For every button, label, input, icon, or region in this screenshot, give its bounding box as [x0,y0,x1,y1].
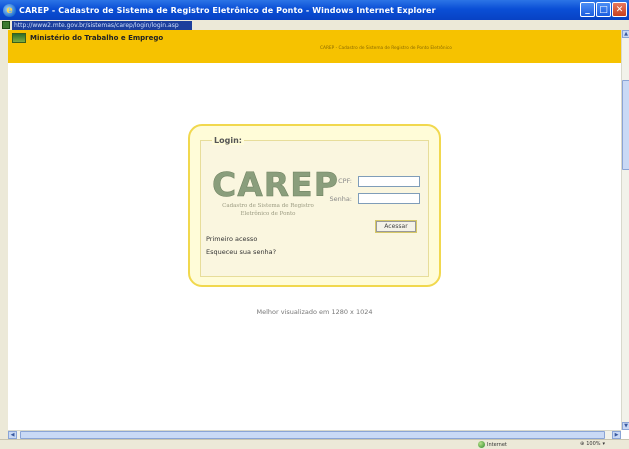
status-bar: Internet ⊕ 100% ▾ [0,439,629,449]
horizontal-scrollbar[interactable]: ◀ ▶ [8,430,621,439]
address-bar: http://www2.mte.gov.br/sistemas/carep/lo… [0,20,629,30]
vertical-scroll-thumb[interactable] [622,80,629,170]
zoom-level: 100% [586,441,601,447]
window-titlebar: e CAREP - Cadastro de Sistema de Registr… [0,0,629,20]
ministry-name: Ministério do Trabalho e Emprego [30,34,164,42]
security-zone: Internet [478,441,507,448]
scroll-up-arrow-icon[interactable]: ▲ [622,30,629,38]
forgot-password-link[interactable]: Esqueceu sua senha? [206,248,276,256]
minimize-button[interactable]: _ [580,2,595,17]
login-legend: Login: [212,136,244,145]
window-controls: _ □ ✕ [580,2,627,17]
site-header: Ministério do Trabalho e Emprego CAREP -… [8,30,621,63]
system-name: CAREP - Cadastro de Sistema de Registro … [320,46,452,51]
ministry-brand[interactable]: Ministério do Trabalho e Emprego [12,33,163,43]
carep-logo-subtitle-1: Cadastro de Sistema de Registro [222,203,314,209]
scroll-left-arrow-icon[interactable]: ◀ [8,431,17,439]
carep-logo: CAREP Cadastro de Sistema de Registro El… [212,165,339,218]
page-icon [2,21,10,29]
maximize-button[interactable]: □ [596,2,611,17]
ministry-logo-icon [12,33,26,43]
carep-logo-word: CAREP [212,165,339,204]
cpf-input[interactable] [358,176,420,187]
window-title: CAREP - Cadastro de Sistema de Registro … [19,5,436,15]
scroll-right-arrow-icon[interactable]: ▶ [612,431,621,439]
internet-explorer-icon: e [3,3,16,17]
horizontal-scroll-thumb[interactable] [20,431,605,439]
acessar-button[interactable]: Acessar [375,220,417,233]
chevron-down-icon: ▾ [602,441,606,447]
senha-input[interactable] [358,193,420,204]
zoom-control[interactable]: ⊕ 100% ▾ [580,441,605,447]
resolution-note: Melhor visualizado em 1280 x 1024 [256,308,373,316]
senha-label: Senha: [329,195,352,203]
internet-globe-icon [478,441,485,448]
left-gutter [0,30,8,440]
carep-logo-subtitle-2: Eletrônico de Ponto [240,211,296,217]
scroll-down-arrow-icon[interactable]: ▼ [622,422,629,430]
zoom-icon: ⊕ [580,441,585,447]
close-button[interactable]: ✕ [612,2,627,17]
first-access-link[interactable]: Primeiro acesso [206,235,257,243]
address-input[interactable]: http://www2.mte.gov.br/sistemas/carep/lo… [12,20,192,30]
cpf-label: CPF: [338,177,352,185]
login-panel: Login: CAREP Cadastro de Sistema de Regi… [188,124,441,287]
vertical-scrollbar[interactable]: ▲ ▼ [621,30,629,430]
zone-label: Internet [487,441,507,448]
